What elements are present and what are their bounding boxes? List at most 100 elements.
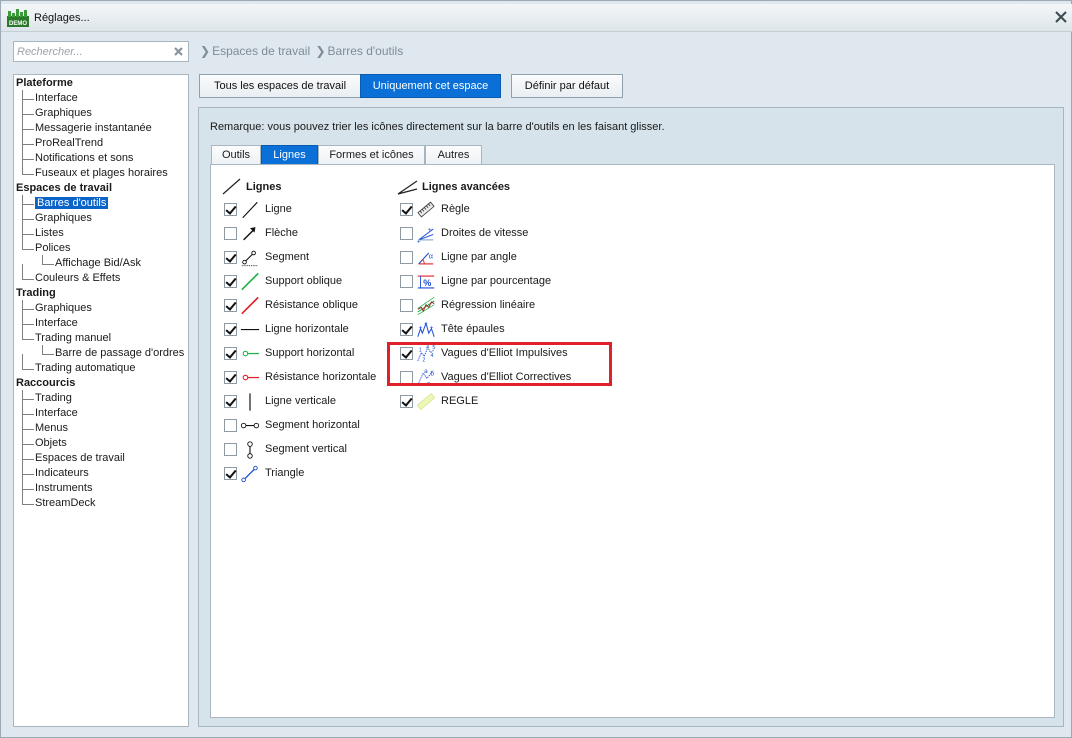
advanced-lines-section-icon: [397, 180, 418, 195]
checkbox-support-oblique[interactable]: [224, 275, 237, 288]
tree-item-label: Listes: [35, 227, 64, 239]
tree-item-trading-manuel[interactable]: Trading manuel: [35, 331, 111, 346]
tree-item-label: Barres d'outils: [35, 197, 109, 209]
tree-item-messagerie-instantanee[interactable]: Messagerie instantanée: [35, 121, 152, 136]
tree-item-graphiques[interactable]: Graphiques: [35, 301, 92, 316]
toolbar-option-ligne-horizontale: Ligne horizontale: [224, 320, 414, 340]
tree-item-label: Indicateurs: [35, 467, 89, 479]
checkbox-fleche[interactable]: [224, 227, 237, 240]
tree-item-polices[interactable]: Polices: [35, 241, 70, 256]
svg-text:+: +: [430, 325, 434, 332]
tree-category-espaces-de-travail[interactable]: Espaces de travail: [16, 181, 112, 196]
svg-text:%: %: [423, 278, 431, 288]
vertical-line-icon: [249, 393, 251, 411]
option-label: Segment: [265, 251, 310, 263]
checkbox-ligne[interactable]: [224, 203, 237, 216]
tree-item-label: Interface: [35, 92, 78, 104]
toolbar-option-ligne-par-angle: α Ligne par angle: [400, 248, 590, 268]
horizontal-resistance-icon: [242, 374, 260, 381]
tree-item-label: Trading automatique: [35, 362, 136, 374]
toolbar-option-support-oblique: Support oblique: [224, 272, 414, 292]
checkbox-regression-lineaire[interactable]: [400, 299, 413, 312]
tree-item-instruments[interactable]: Instruments: [35, 481, 92, 496]
search-input[interactable]: [17, 44, 167, 59]
tree-item-menus[interactable]: Menus: [35, 421, 68, 436]
toolbar-option-triangle: Triangle: [224, 464, 414, 484]
tree-item-objets[interactable]: Objets: [35, 436, 67, 451]
set-default-button[interactable]: Définir par défaut: [511, 74, 623, 98]
tree-item-notifications-et-sons[interactable]: Notifications et sons: [35, 151, 133, 166]
tree-item-listes[interactable]: Listes: [35, 226, 64, 241]
tree-item-espaces-de-travail[interactable]: Espaces de travail: [35, 451, 125, 466]
tree-item-label: Affichage Bid/Ask: [55, 257, 142, 269]
tab-formes-et-icones[interactable]: Formes et icônes: [318, 145, 425, 165]
svg-text:+: +: [417, 239, 421, 244]
breadcrumb-item[interactable]: Espaces de travail: [212, 44, 310, 58]
close-icon[interactable]: [1054, 10, 1068, 24]
advanced-lines-column-title: Lignes avancées: [422, 181, 511, 193]
tree-item-indicateurs[interactable]: Indicateurs: [35, 466, 89, 481]
toolbar-settings-panel: Remarque: vous pouvez trier les icônes d…: [198, 107, 1064, 727]
checkbox-ligne-par-angle[interactable]: [400, 251, 413, 264]
breadcrumb: ❯ Espaces de travail ❯ Barres d'outils: [198, 44, 403, 60]
option-label: Ligne par angle: [441, 251, 517, 263]
svg-text:+: +: [428, 227, 432, 234]
tree-item-fuseaux-et-plages-horaires[interactable]: Fuseaux et plages horaires: [35, 166, 168, 181]
tree-item-barre-de-passage-d-ordres[interactable]: Barre de passage d'ordres: [55, 346, 184, 361]
all-workspaces-button[interactable]: Tous les espaces de travail: [199, 74, 361, 98]
tab-outils[interactable]: Outils: [211, 145, 261, 165]
tree-item-affichage-bid-ask[interactable]: Affichage Bid/Ask: [55, 256, 141, 271]
toolbar-option-ligne-verticale: Ligne verticale: [224, 392, 414, 412]
toolbar-option-regression-lineaire: Régression linéaire: [400, 296, 590, 316]
checkbox-regle[interactable]: [400, 203, 413, 216]
checkbox-segment-vertical[interactable]: [224, 443, 237, 456]
oblique-resistance-icon: [241, 296, 259, 315]
tree-item-graphiques[interactable]: Graphiques: [35, 211, 92, 226]
percentage-line-icon: %: [417, 275, 435, 289]
tree-item-label: Couleurs & Effets: [35, 272, 121, 284]
toolbar-option-ligne-par-pourcentage: % Ligne par pourcentage: [400, 272, 590, 292]
toolbar-option-segment-vertical: Segment vertical: [224, 440, 414, 460]
tree-item-label: Objets: [35, 437, 67, 449]
tree-category-plateforme[interactable]: Plateforme: [16, 76, 73, 91]
tree-item-interface[interactable]: Interface: [35, 91, 78, 106]
tab-autres[interactable]: Autres: [425, 145, 482, 165]
tab-lignes[interactable]: Lignes: [261, 145, 318, 165]
checkbox-ligne-par-pourcentage[interactable]: [400, 275, 413, 288]
horizontal-support-icon: [242, 350, 260, 357]
tree-item-graphiques[interactable]: Graphiques: [35, 106, 92, 121]
tree-item-trading-automatique[interactable]: Trading automatique: [35, 361, 136, 376]
tree-item-streamdeck[interactable]: StreamDeck: [35, 496, 96, 511]
tree-item-interface[interactable]: Interface: [35, 316, 78, 331]
horizontal-segment-icon: [240, 422, 260, 429]
tree-category-raccourcis[interactable]: Raccourcis: [16, 376, 75, 391]
checkbox-resistance-horizontale[interactable]: [224, 371, 237, 384]
checkbox-segment-horizontal[interactable]: [224, 419, 237, 432]
tree-item-label: Fuseaux et plages horaires: [35, 167, 168, 179]
checkbox-ligne-horizontale[interactable]: [224, 323, 237, 336]
clear-search-icon[interactable]: [173, 46, 184, 57]
checkbox-resistance-oblique[interactable]: [224, 299, 237, 312]
checkbox-support-horizontal[interactable]: [224, 347, 237, 360]
tree-item-label: Graphiques: [35, 107, 92, 119]
checkbox-droites-de-vitesse[interactable]: [400, 227, 413, 240]
tree-item-prorealtrend[interactable]: ProRealTrend: [35, 136, 103, 151]
checkbox-tete-epaules[interactable]: [400, 323, 413, 336]
checkbox-ligne-verticale[interactable]: [224, 395, 237, 408]
toolbar-option-segment: Segment: [224, 248, 414, 268]
title-bar: DEMO Réglages...: [1, 4, 1072, 32]
this-workspace-button[interactable]: Uniquement cet espace: [360, 74, 501, 98]
breadcrumb-item[interactable]: Barres d'outils: [328, 44, 404, 58]
checkbox-segment[interactable]: [224, 251, 237, 264]
checkbox-triangle[interactable]: [224, 467, 237, 480]
tree-item-label: Polices: [35, 242, 71, 254]
settings-tree: Plateforme Interface Graphiques Messagerie …: [13, 74, 189, 727]
oblique-support-icon: [241, 272, 259, 291]
vertical-segment-icon: [247, 441, 253, 459]
checkbox-regle[interactable]: [400, 395, 413, 408]
tree-category-trading[interactable]: Trading: [16, 286, 56, 301]
tree-item-trading[interactable]: Trading: [35, 391, 72, 406]
tree-item-interface[interactable]: Interface: [35, 406, 78, 421]
tree-item-barres-d-outils[interactable]: Barres d'outils: [35, 196, 109, 211]
tree-item-couleurs-effets[interactable]: Couleurs & Effets: [35, 271, 120, 286]
